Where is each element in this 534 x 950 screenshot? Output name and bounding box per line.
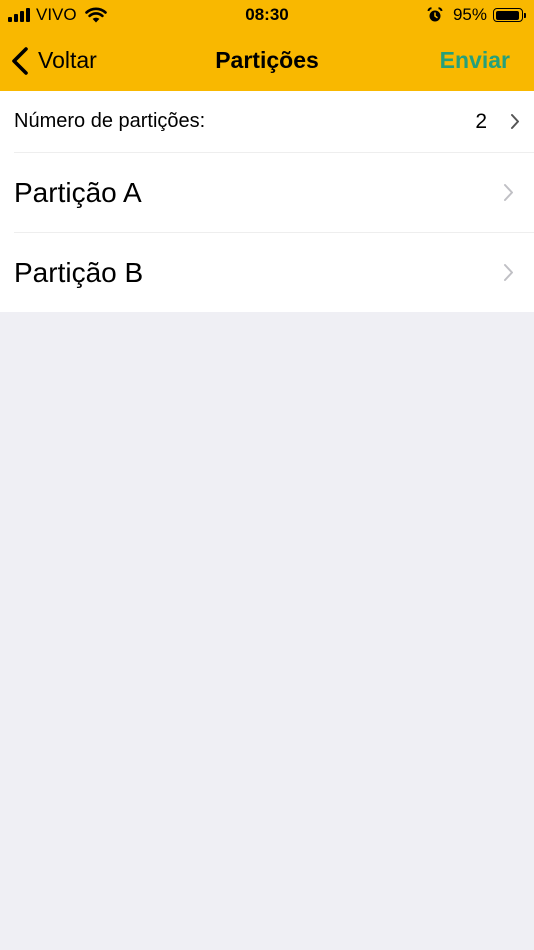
nav-bar: Voltar Partições Enviar: [0, 30, 534, 91]
back-button-label: Voltar: [38, 47, 97, 73]
battery-level: [495, 10, 519, 20]
chevron-left-icon: [12, 46, 28, 75]
list-item-partition-a[interactable]: Partição A: [0, 153, 534, 232]
send-button[interactable]: Enviar: [440, 30, 510, 91]
partition-count-value: 2: [475, 110, 487, 133]
chevron-right-icon: [504, 184, 513, 201]
partition-list: Número de partições: 2 Partição A Partiç…: [0, 91, 534, 312]
battery-icon: [493, 8, 523, 22]
chevron-right-icon: [504, 264, 513, 281]
chevron-right-icon: [511, 114, 519, 129]
status-right: 95%: [427, 5, 526, 25]
partition-count-label: Número de partições:: [14, 110, 206, 132]
status-bar: VIVO 08:30 95%: [0, 0, 534, 30]
list-item-label: Partição A: [14, 177, 142, 208]
alarm-icon: [427, 7, 443, 22]
back-button[interactable]: Voltar: [10, 30, 97, 91]
battery-percent: 95%: [452, 5, 487, 24]
partition-count-row[interactable]: Número de partições: 2: [0, 91, 534, 152]
list-item-partition-b[interactable]: Partição B: [0, 233, 534, 312]
battery-nub: [524, 12, 526, 18]
list-item-label: Partição B: [14, 257, 144, 288]
